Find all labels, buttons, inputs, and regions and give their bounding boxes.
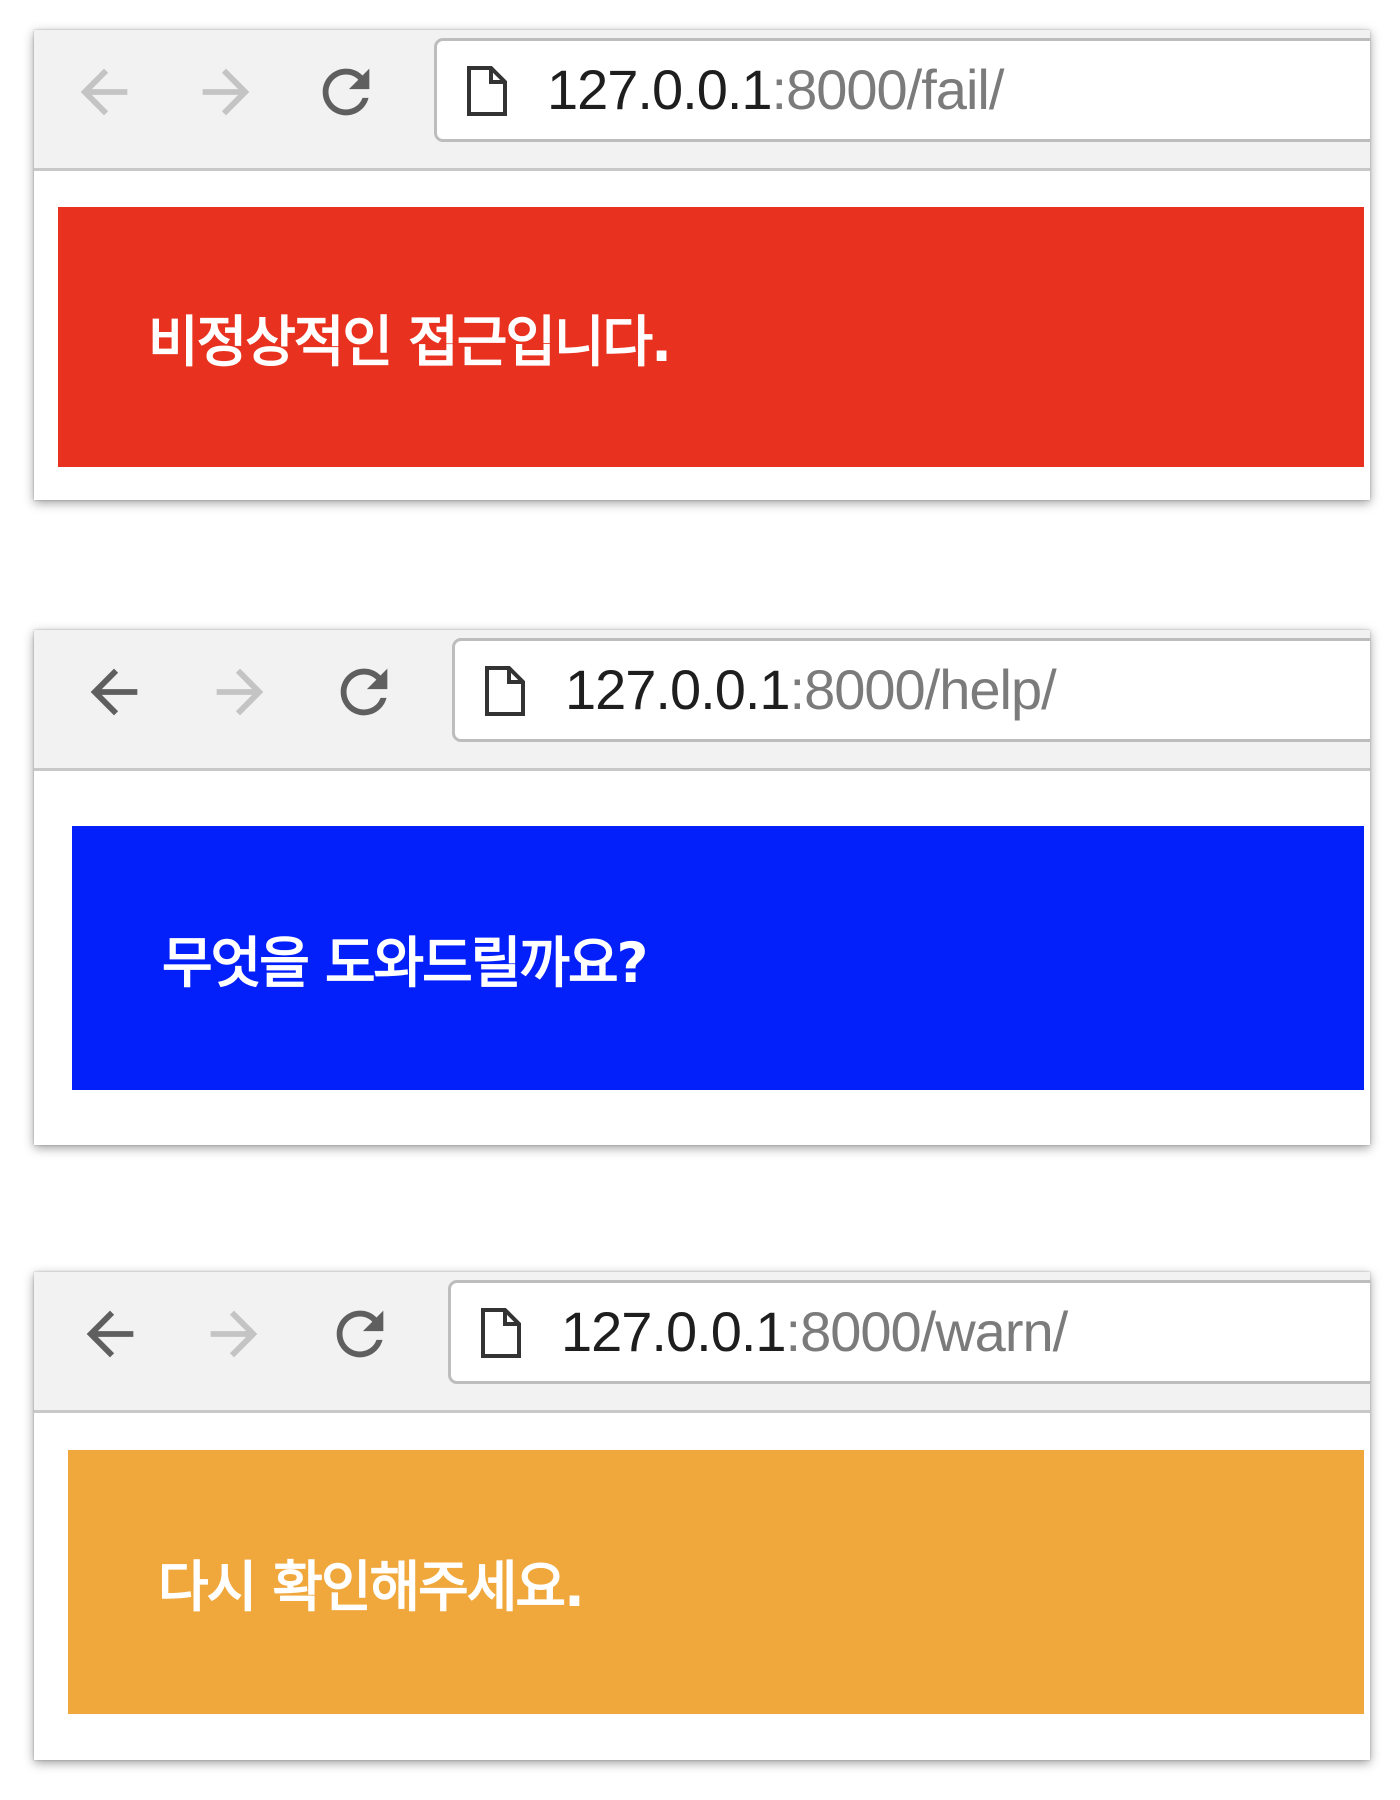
alert-message: 다시 확인해주세요. (158, 1555, 585, 1619)
page-icon (483, 665, 527, 717)
alert-warn: 다시 확인해주세요. (68, 1450, 1364, 1714)
browser-toolbar: 127.0.0.1:8000/help/ (34, 630, 1370, 771)
alert-help: 무엇을 도와드릴까요? (72, 826, 1364, 1090)
forward-button[interactable] (200, 652, 280, 732)
url-text: 127.0.0.1:8000/warn/ (561, 1297, 1069, 1367)
forward-button[interactable] (194, 1294, 274, 1374)
alert-fail: 비정상적인 접근입니다. (58, 207, 1364, 467)
url-host: 127.0.0.1 (547, 58, 773, 121)
back-arrow-icon (90, 668, 138, 716)
forward-arrow-icon (202, 68, 250, 116)
browser-window-warn: 127.0.0.1:8000/warn/ 다시 확인해주세요. (34, 1272, 1370, 1760)
browser-toolbar: 127.0.0.1:8000/warn/ (34, 1272, 1370, 1413)
address-bar[interactable]: 127.0.0.1:8000/warn/ (448, 1280, 1370, 1384)
reload-button[interactable] (324, 652, 404, 732)
reload-button[interactable] (306, 52, 386, 132)
reload-icon (340, 668, 388, 716)
browser-toolbar: 127.0.0.1:8000/fail/ (34, 30, 1370, 171)
browser-window-help: 127.0.0.1:8000/help/ 무엇을 도와드릴까요? (34, 630, 1370, 1145)
address-bar[interactable]: 127.0.0.1:8000/help/ (452, 638, 1370, 742)
url-text: 127.0.0.1:8000/help/ (565, 655, 1057, 725)
page-icon (465, 65, 509, 117)
reload-button[interactable] (320, 1294, 400, 1374)
forward-button[interactable] (186, 52, 266, 132)
url-host: 127.0.0.1 (561, 1300, 787, 1363)
address-bar[interactable]: 127.0.0.1:8000/fail/ (434, 38, 1370, 142)
reload-icon (322, 68, 370, 116)
url-text: 127.0.0.1:8000/fail/ (547, 55, 1005, 125)
url-path: :8000/warn/ (785, 1300, 1069, 1363)
forward-arrow-icon (210, 1310, 258, 1358)
back-button[interactable] (64, 52, 144, 132)
page-icon (479, 1307, 523, 1359)
url-path: :8000/help/ (789, 658, 1057, 721)
url-path: :8000/fail/ (771, 58, 1005, 121)
forward-arrow-icon (216, 668, 264, 716)
back-arrow-icon (80, 68, 128, 116)
alert-message: 비정상적인 접근입니다. (148, 310, 672, 374)
back-button[interactable] (70, 1294, 150, 1374)
reload-icon (336, 1310, 384, 1358)
url-host: 127.0.0.1 (565, 658, 791, 721)
back-arrow-icon (86, 1310, 134, 1358)
back-button[interactable] (74, 652, 154, 732)
alert-message: 무엇을 도와드릴까요? (162, 931, 648, 995)
browser-window-fail: 127.0.0.1:8000/fail/ 비정상적인 접근입니다. (34, 30, 1370, 500)
